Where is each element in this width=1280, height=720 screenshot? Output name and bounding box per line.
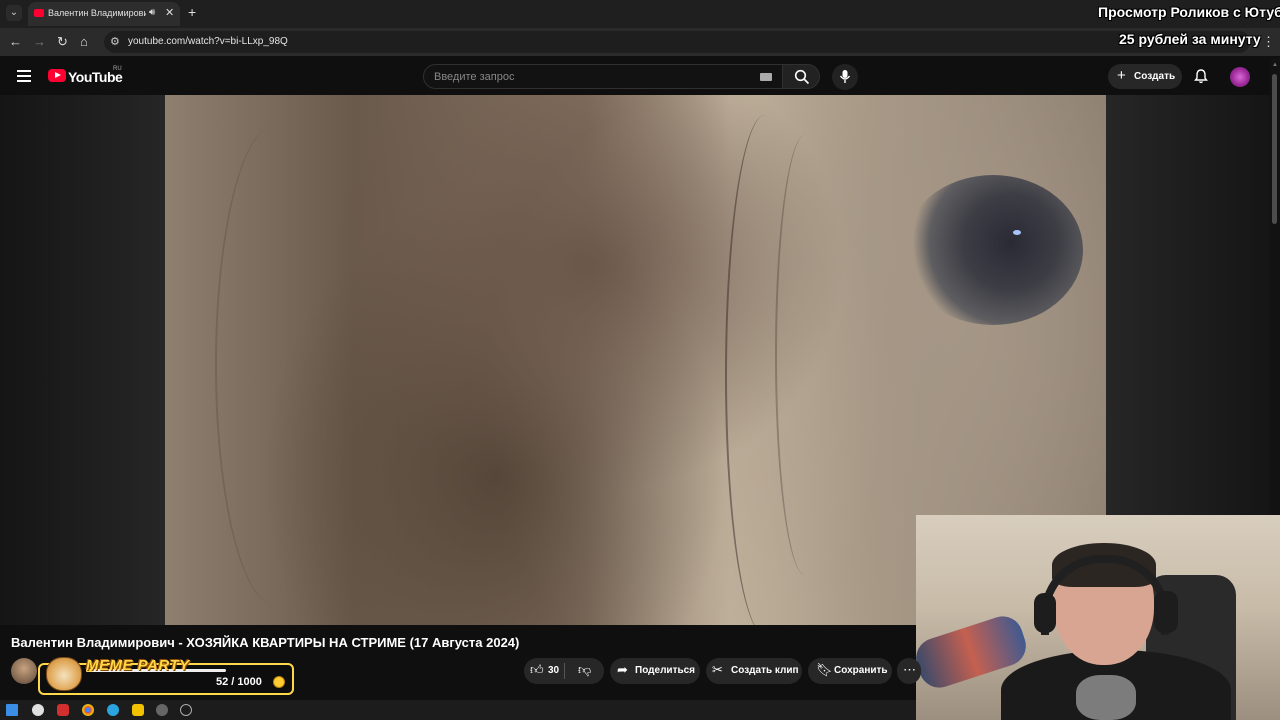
doge-icon [46,657,82,691]
streamer-webcam [916,515,1280,720]
scissors-icon: ✂ [712,662,723,677]
obs-icon[interactable] [156,704,168,716]
share-button[interactable]: ➦ Поделиться [610,658,700,684]
guide-menu-icon[interactable] [17,70,31,82]
share-arrow-icon: ➦ [617,662,628,677]
save-label: Сохранить [834,665,888,676]
country-code: RU [113,66,122,72]
headphones-earcup-right [1154,591,1178,633]
tab-search-chevron-icon[interactable]: ⌄ [6,5,22,21]
yellow-app-icon[interactable] [132,704,144,716]
search-placeholder: Введите запрос [434,71,515,83]
goal-counter: 52 / 1000 [216,676,262,688]
home-icon[interactable]: ⌂ [80,34,88,49]
microphone-icon [839,70,851,83]
bookmark-icon: 🔖︎ [816,662,833,677]
plus-icon: + [1117,67,1126,84]
youtube-masthead: YouTube RU Введите запрос + Создать [0,58,1280,95]
video-frame-highlight [1013,230,1021,235]
coin-icon [273,676,285,688]
dislike-thumb-down-icon[interactable]: 👎︎ [578,662,591,678]
scroll-up-arrow-icon[interactable]: ▲ [1272,62,1278,68]
like-count[interactable]: 30 [548,665,559,676]
webcam-shirt-print [1076,675,1136,720]
search-input[interactable]: Введите запрос [423,64,783,89]
like-divider [564,663,565,679]
create-button[interactable]: + Создать [1108,64,1182,89]
meme-party-label: MEME PARTY [86,657,190,674]
youtube-favicon-icon [34,9,44,17]
video-frame-object [903,175,1083,325]
red-app-icon[interactable] [57,704,69,716]
more-dots-icon: ⋯ [903,662,916,677]
video-frame-detail [215,125,335,605]
ambient-glow-left [0,95,165,625]
scrollbar-thumb[interactable] [1272,74,1277,224]
os-taskbar [0,700,916,720]
channel-avatar[interactable] [11,658,37,684]
create-label: Создать [1134,71,1176,82]
save-button[interactable]: 🔖︎ Сохранить [808,658,892,684]
ambient-glow-right [1106,95,1270,515]
speaker-icon[interactable]: 🔊︎ [149,7,155,18]
search-icon [794,69,810,85]
like-dislike-segment: 👍︎ 30 👎︎ [524,658,604,684]
browser-tab-active[interactable]: Валентин Владимирович - ХОЗЯЙКА 🔊︎ ✕ [28,2,180,26]
site-info-icon[interactable]: ⚙ [110,35,120,48]
forward-arrow-icon[interactable]: → [33,34,46,49]
headphones-earcup-left [1034,593,1056,633]
address-bar[interactable]: ⚙ youtube.com/watch?v=bi-LLxp_98Q [104,31,1250,53]
back-arrow-icon[interactable]: ← [9,34,22,49]
create-clip-button[interactable]: ✂ Создать клип [706,658,802,684]
search-button[interactable] [782,64,820,89]
stream-promo-line-1: Просмотр Роликов с Ютуба: [1098,4,1280,20]
chrome-icon[interactable] [82,704,94,716]
tab-title: Валентин Владимирович - ХОЗЯЙКА [48,8,146,18]
like-thumb-up-icon[interactable]: 👍︎ [530,662,544,678]
keyboard-icon[interactable] [760,73,772,81]
youtube-logo-icon[interactable] [48,69,66,82]
new-tab-plus-icon[interactable]: + [188,4,196,20]
windows-start-icon[interactable] [6,704,18,716]
share-label: Поделиться [635,665,696,676]
tab-close-icon[interactable]: ✕ [165,6,174,19]
video-title: Валентин Владимирович - ХОЗЯЙКА КВАРТИРЫ… [11,635,520,650]
voice-search-button[interactable] [832,64,858,90]
url-text[interactable]: youtube.com/watch?v=bi-LLxp_98Q [128,36,288,47]
yandex-browser-icon[interactable] [32,704,44,716]
clock-app-icon[interactable] [180,704,192,716]
telegram-icon[interactable] [107,704,119,716]
notifications-bell-icon[interactable] [1193,68,1209,84]
stream-promo-line-2: 25 рублей за минуту [1119,31,1261,47]
browser-toolbar: ← → ↻ ⌂ ⚙ youtube.com/watch?v=bi-LLxp_98… [0,28,1280,56]
browser-tabstrip: ⌄ Валентин Владимирович - ХОЗЯЙКА 🔊︎ ✕ + [0,0,1280,28]
more-actions-button[interactable]: ⋯ [897,658,921,684]
video-frame-detail [775,135,835,575]
reload-icon[interactable]: ↻ [57,34,68,50]
account-avatar[interactable] [1230,67,1250,87]
clip-label: Создать клип [731,665,799,676]
browser-menu-icon[interactable]: ⋮ [1262,34,1275,50]
